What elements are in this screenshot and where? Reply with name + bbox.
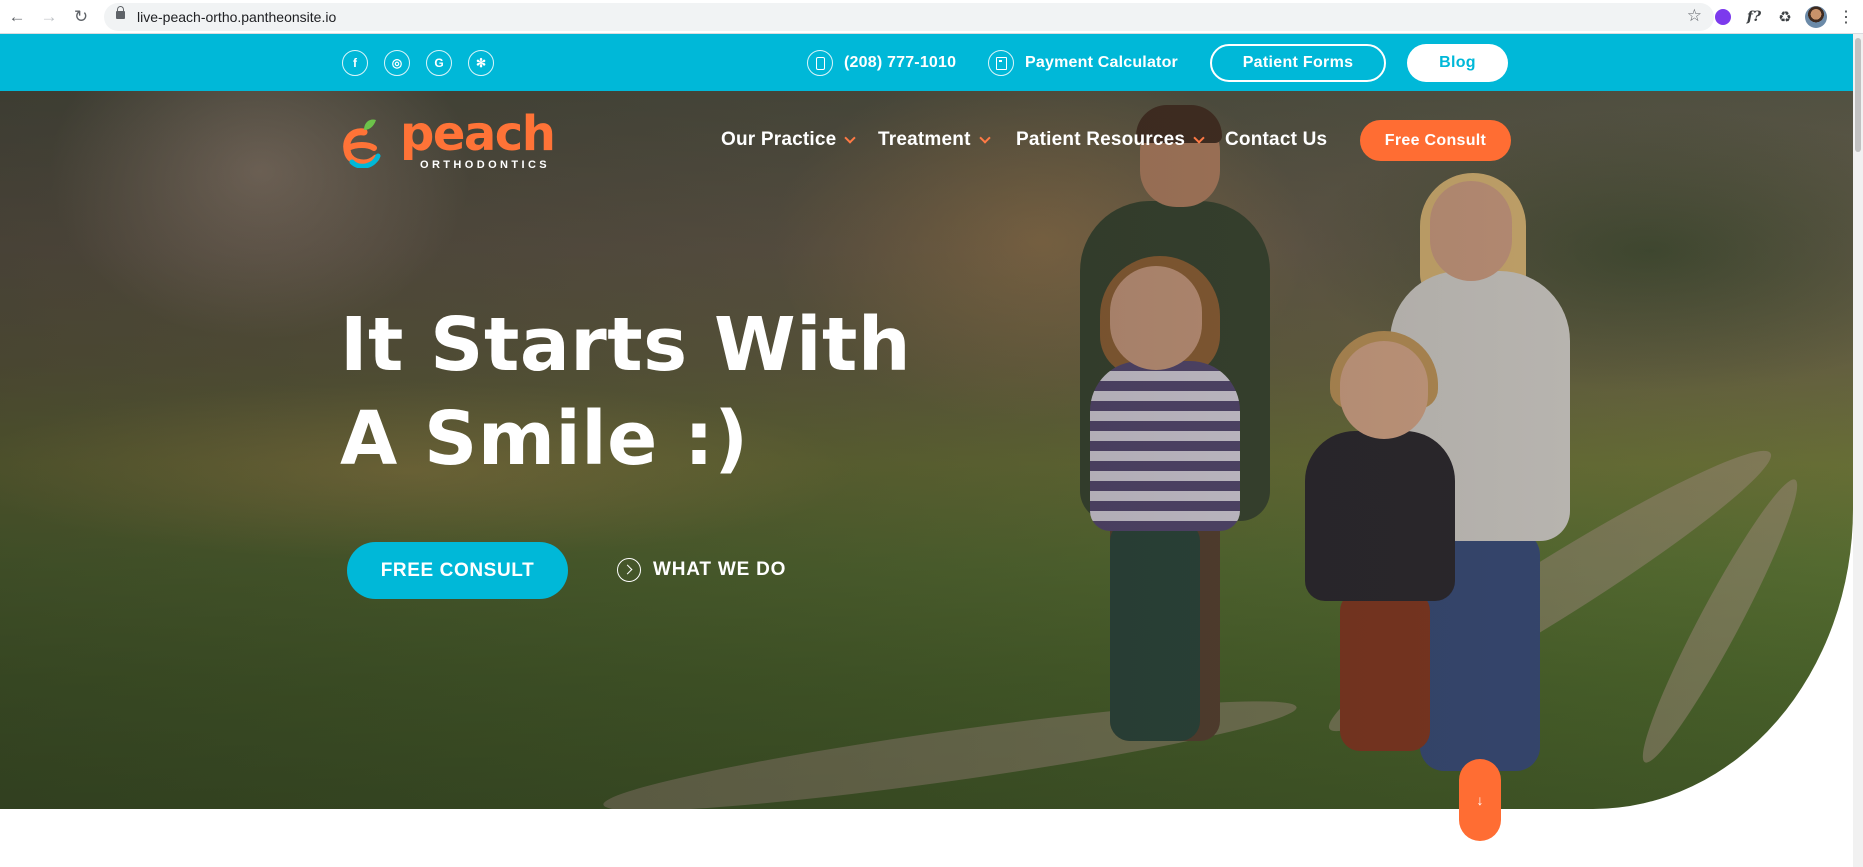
free-consult-hero-button[interactable]: FREE CONSULT <box>347 542 568 599</box>
chevron-down-icon <box>1193 131 1205 144</box>
nav-treatment-label: Treatment <box>878 129 971 150</box>
nav-our-practice[interactable]: Our Practice <box>721 129 857 151</box>
puzzle-icon[interactable]: ♻ <box>1773 5 1797 29</box>
hero-headline-line-1: It Starts With <box>340 302 911 388</box>
chevron-right-circle-icon <box>617 558 641 582</box>
url-text[interactable]: live-peach-ortho.pantheonsite.io <box>137 9 336 25</box>
free-consult-nav-button[interactable]: Free Consult <box>1360 120 1511 161</box>
forward-arrow-icon[interactable]: → <box>38 6 60 28</box>
calculator-icon[interactable] <box>988 50 1014 76</box>
patient-forms-button[interactable]: Patient Forms <box>1210 44 1386 82</box>
scroll-down-button[interactable]: ↓ <box>1459 759 1501 841</box>
profile-avatar[interactable] <box>1804 5 1828 29</box>
top-info-bar: f ◎ G ✻ (208) 777-1010 Payment Calculato… <box>0 34 1863 91</box>
browser-toolbar: ← → ↻ live-peach-ortho.pantheonsite.io ☆… <box>0 0 1863 34</box>
what-we-do-label: WHAT WE DO <box>653 559 787 580</box>
back-arrow-icon[interactable]: ← <box>6 6 28 28</box>
nav-patient-resources-label: Patient Resources <box>1016 129 1186 150</box>
hero-headline-line-2: A Smile :) <box>340 396 749 482</box>
instagram-icon[interactable]: ◎ <box>384 50 410 76</box>
more-menu-icon[interactable]: ⋮ <box>1834 5 1858 29</box>
nav-patient-resources[interactable]: Patient Resources <box>1016 129 1205 151</box>
payment-calculator-link[interactable]: Payment Calculator <box>1025 54 1178 72</box>
logo-wordmark: peach <box>400 106 556 162</box>
page-scrollbar[interactable] <box>1853 34 1863 867</box>
lock-icon[interactable] <box>116 6 125 19</box>
chevron-down-icon <box>978 131 991 144</box>
font-extension-icon[interactable]: f? <box>1742 5 1766 29</box>
phone-icon[interactable] <box>807 50 833 76</box>
nav-contact-us[interactable]: Contact Us <box>1225 129 1327 151</box>
google-icon[interactable]: G <box>426 50 452 76</box>
address-bar[interactable]: live-peach-ortho.pantheonsite.io ☆ <box>104 3 1714 31</box>
nav-contact-us-label: Contact Us <box>1225 129 1328 150</box>
extension-icon[interactable] <box>1711 5 1735 29</box>
phone-number[interactable]: (208) 777-1010 <box>844 54 956 72</box>
facebook-icon[interactable]: f <box>342 50 368 76</box>
site-logo[interactable]: peach ORTHODONTICS <box>340 106 556 176</box>
hero-headline: It Starts With A Smile :) <box>340 298 1040 486</box>
bookmark-star-icon[interactable]: ☆ <box>1687 6 1702 26</box>
logo-subtitle: ORTHODONTICS <box>420 159 551 171</box>
what-we-do-link[interactable]: WHAT WE DO <box>617 558 786 582</box>
scrollbar-thumb[interactable] <box>1855 38 1861 152</box>
peach-logo-icon <box>343 119 381 168</box>
nav-our-practice-label: Our Practice <box>721 129 837 150</box>
nav-treatment[interactable]: Treatment <box>878 129 991 151</box>
chevron-down-icon <box>844 131 857 144</box>
blog-button[interactable]: Blog <box>1407 44 1508 82</box>
yelp-icon[interactable]: ✻ <box>468 50 494 76</box>
reload-icon[interactable]: ↻ <box>70 6 92 28</box>
